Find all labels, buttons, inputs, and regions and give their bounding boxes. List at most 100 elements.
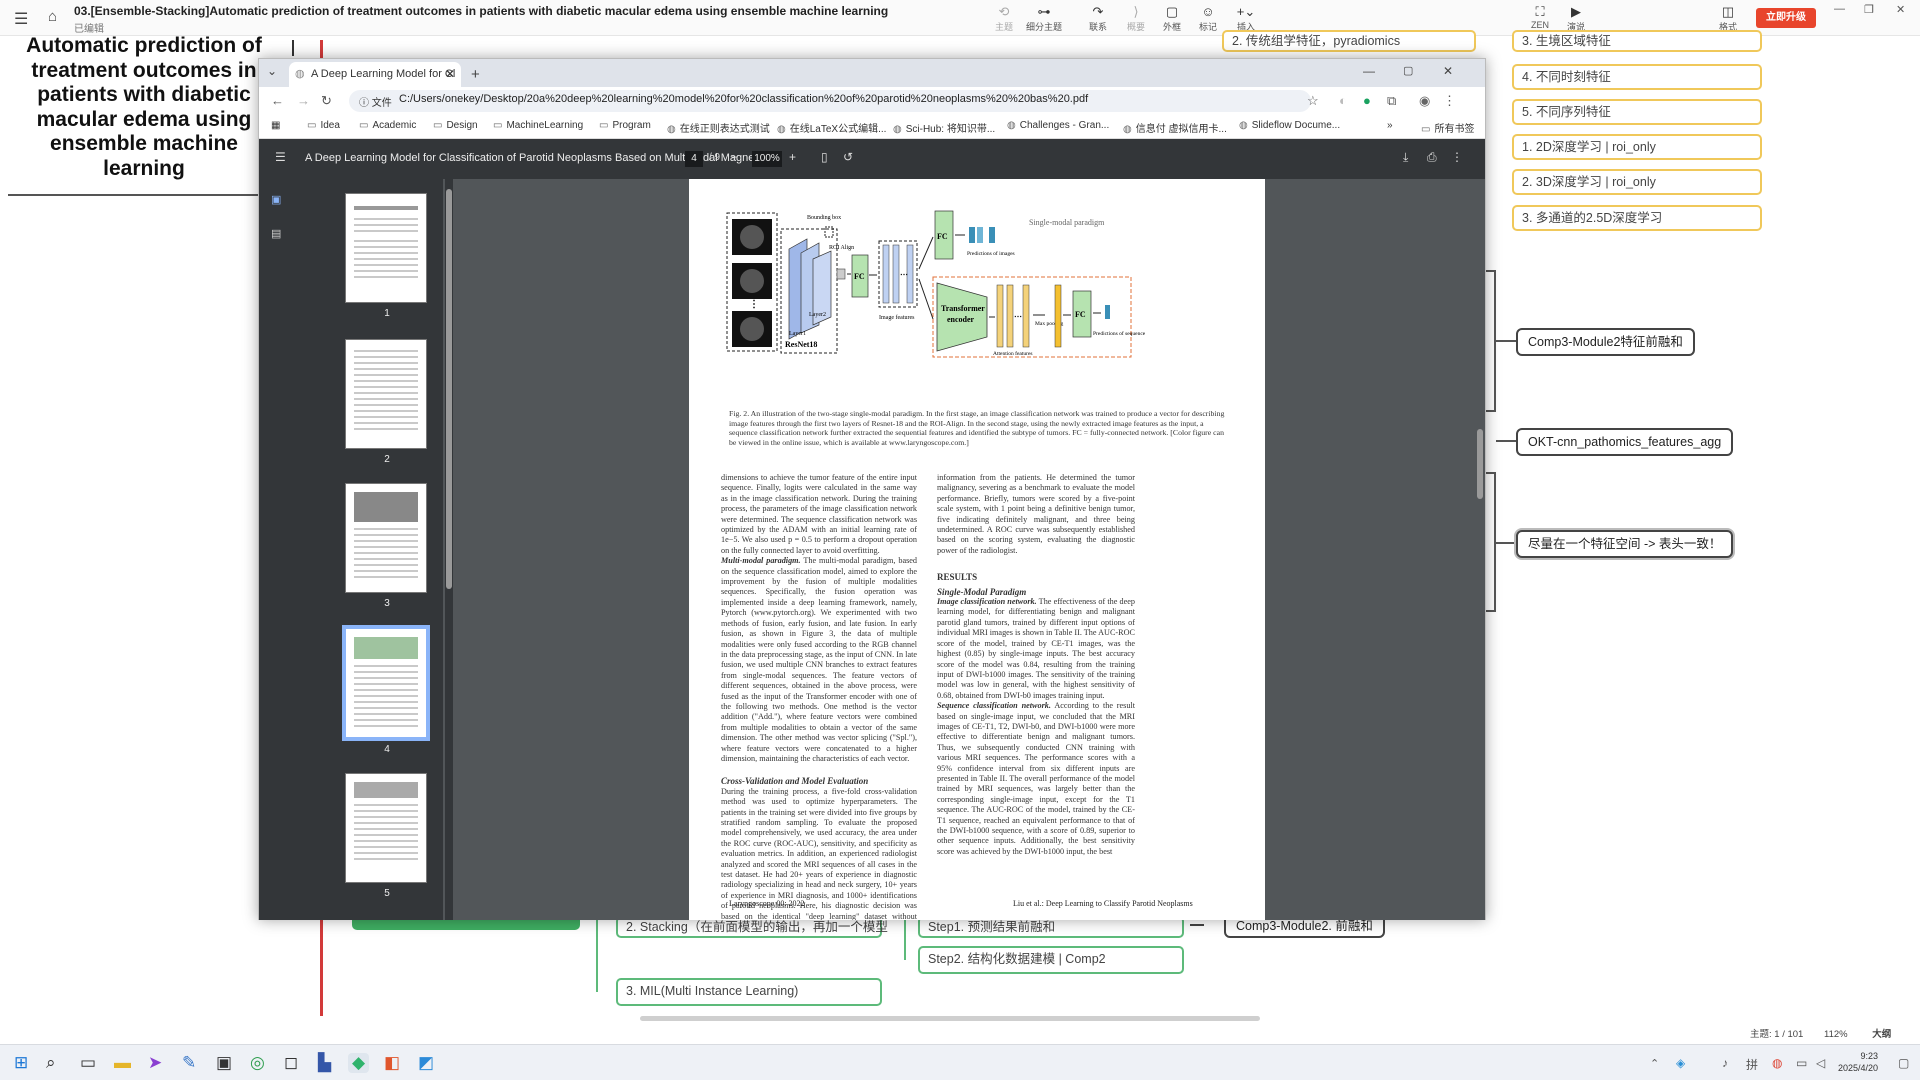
more-bookmarks-button[interactable]: » xyxy=(1387,120,1393,131)
bookmark-link[interactable]: ◍ 在线LaTeX公式编辑... xyxy=(777,120,886,135)
bookmark-link[interactable]: ◍ 信息付 虚拟信用卡... xyxy=(1123,120,1227,135)
bookmark-link[interactable]: ◍ 在线正则表达式测试 xyxy=(667,120,770,135)
input-method-icon[interactable]: 拼 xyxy=(1746,1056,1758,1073)
page-thumbnail[interactable] xyxy=(345,773,427,883)
zoom-in-icon[interactable]: + xyxy=(789,150,796,164)
central-topic[interactable]: Automatic prediction of treatment outcom… xyxy=(10,34,278,184)
bookmark-folder[interactable]: ▭ Program xyxy=(599,120,651,131)
minimize-icon[interactable]: — xyxy=(1363,64,1375,78)
app-icon[interactable]: ▙ xyxy=(318,1053,331,1073)
bookmark-link[interactable]: ◍ Sci-Hub: 将知识带... xyxy=(893,120,995,135)
network-icon[interactable]: ▭ xyxy=(1796,1056,1807,1070)
tray-icon[interactable]: ◍ xyxy=(1772,1056,1782,1070)
home-icon[interactable]: ⌂ xyxy=(48,8,57,25)
bookmark-folder[interactable]: ▭ Design xyxy=(433,120,478,131)
topic-node[interactable]: OKT-cnn_pathomics_features_agg xyxy=(1516,428,1734,456)
bookmark-folder[interactable]: ▭ MachineLearning xyxy=(493,120,583,131)
page-scrollbar[interactable] xyxy=(1475,179,1485,920)
bookmark-folder[interactable]: ▭ Academic xyxy=(359,120,416,131)
canvas-horizontal-scrollbar[interactable] xyxy=(640,1016,1260,1021)
relation-button[interactable]: ↷ 联系 xyxy=(1078,4,1118,33)
topic-node[interactable]: 3. 多通道的2.5D深度学习 xyxy=(1512,205,1762,231)
tray-expand-icon[interactable]: ⌃ xyxy=(1650,1057,1659,1070)
subtopic-button[interactable]: ⊶ 细分主题 xyxy=(1024,4,1064,33)
apps-icon[interactable]: ▦ xyxy=(271,120,280,131)
summary-button[interactable]: ⟩ 概要 xyxy=(1116,4,1156,33)
zoom-input[interactable]: 100% xyxy=(752,151,782,167)
app-icon[interactable]: ◻ xyxy=(284,1053,298,1073)
bookmark-link[interactable]: ◍ Slideflow Docume... xyxy=(1239,120,1340,131)
topic-node[interactable]: 3. MIL(Multi Instance Learning) xyxy=(616,978,882,1006)
insert-button[interactable]: +⌄ 插入 xyxy=(1226,4,1266,33)
app-icon[interactable]: ◧ xyxy=(384,1053,400,1073)
site-info[interactable]: ⓘ 文件 xyxy=(359,94,392,109)
close-tab-icon[interactable]: ✕ xyxy=(445,62,455,87)
forward-icon[interactable]: → xyxy=(297,93,310,108)
boundary-button[interactable]: ▢ 外框 xyxy=(1152,4,1192,33)
zoom-out-icon[interactable]: − xyxy=(731,150,738,164)
close-window-icon[interactable]: ✕ xyxy=(1443,64,1453,78)
scroll-thumb[interactable] xyxy=(446,189,452,589)
thumbnail-scrollbar[interactable] xyxy=(445,179,453,920)
mindmap-app-icon[interactable]: ◆ xyxy=(348,1053,370,1073)
close-icon[interactable]: ✕ xyxy=(1896,3,1905,16)
more-options-icon[interactable]: ⋮ xyxy=(1451,150,1463,164)
restore-icon[interactable]: ❐ xyxy=(1864,3,1874,16)
topic-node[interactable]: 3. 生境区域特征 xyxy=(1512,30,1762,52)
fit-page-icon[interactable]: ▯ xyxy=(821,150,828,164)
all-bookmarks-folder[interactable]: ▭ 所有书签 xyxy=(1421,120,1474,135)
bookmark-star-icon[interactable]: ☆ xyxy=(1307,93,1319,109)
topic-node[interactable]: 4. 不同时刻特征 xyxy=(1512,64,1762,90)
volume-icon[interactable]: ◁ xyxy=(1816,1056,1825,1070)
tray-icon[interactable]: ◈ xyxy=(1676,1056,1685,1070)
zen-button[interactable]: ⛶ ZEN xyxy=(1520,4,1560,30)
outline-toggle[interactable]: 大纲 xyxy=(1872,1029,1891,1040)
marker-button[interactable]: ☺ 标记 xyxy=(1188,4,1228,33)
reload-icon[interactable]: ↻ xyxy=(321,93,332,109)
start-icon[interactable]: ⊞ xyxy=(14,1053,28,1073)
microphone-icon[interactable]: ♪ xyxy=(1722,1056,1728,1070)
upgrade-button[interactable]: 立即升级 xyxy=(1756,8,1816,28)
topic-node[interactable]: 1. 2D深度学习 | roi_only xyxy=(1512,134,1762,160)
scroll-thumb[interactable] xyxy=(1477,429,1483,499)
browser-menu-icon[interactable]: ⋮ xyxy=(1443,93,1456,109)
page-thumbnail-selected[interactable] xyxy=(342,625,430,741)
search-icon[interactable]: ⌕ xyxy=(46,1053,56,1073)
tab-search-icon[interactable]: ⌄ xyxy=(267,64,277,78)
rotate-icon[interactable]: ↺ xyxy=(843,150,853,164)
topic-node[interactable]: 5. 不同序列特征 xyxy=(1512,99,1762,125)
page-thumbnail[interactable] xyxy=(345,339,427,449)
sidebar-toggle-icon[interactable]: ☰ xyxy=(275,150,286,164)
download-icon[interactable]: ⤓ xyxy=(1403,150,1408,165)
extension-icon[interactable]: ● xyxy=(1363,93,1371,108)
file-explorer-icon[interactable]: ▬ xyxy=(114,1053,131,1073)
present-button[interactable]: ▶ 演说 xyxy=(1556,4,1596,33)
task-view-icon[interactable]: ▭ xyxy=(80,1053,96,1073)
back-icon[interactable]: ← xyxy=(271,93,284,108)
zoom-level[interactable]: 112% xyxy=(1824,1029,1848,1040)
print-icon[interactable]: ⎙ xyxy=(1427,150,1437,165)
page-thumbnail[interactable] xyxy=(345,483,427,593)
page-thumbnail[interactable] xyxy=(345,193,427,303)
system-clock[interactable]: 9:23 2025/4/20 xyxy=(1838,1050,1878,1074)
app-icon[interactable]: ➤ xyxy=(148,1053,162,1073)
topic-node[interactable]: Comp3-Module2特征前融和 xyxy=(1516,328,1695,356)
topic-node-selected[interactable]: 尽量在一个特征空间 -> 表头一致！ xyxy=(1516,530,1734,558)
topic-node[interactable]: 2. 传统组学特征，pyradiomics xyxy=(1222,30,1476,52)
page-number-input[interactable]: 4 xyxy=(685,151,703,167)
app-icon[interactable]: ✎ xyxy=(182,1053,196,1073)
outline-icon[interactable]: ▤ xyxy=(271,227,281,240)
url-text[interactable]: C:/Users/onekey/Desktop/20a%20deep%20lea… xyxy=(399,93,1088,105)
minimize-icon[interactable]: — xyxy=(1834,3,1845,15)
app-icon[interactable]: ◩ xyxy=(418,1053,434,1073)
format-button[interactable]: ◫ 格式 xyxy=(1708,4,1748,33)
new-tab-icon[interactable]: + xyxy=(471,62,480,87)
maximize-icon[interactable]: ▢ xyxy=(1403,64,1413,77)
browser-tab[interactable]: ◍ A Deep Learning Model for Cl xyxy=(289,62,461,87)
thumbnails-icon[interactable]: ▣ xyxy=(271,193,281,206)
menu-icon[interactable]: ☰ xyxy=(14,9,28,29)
extension-icon[interactable]: ◐ xyxy=(1339,93,1347,108)
profile-avatar-icon[interactable]: ◉ xyxy=(1419,93,1430,109)
notification-icon[interactable]: ▢ xyxy=(1898,1056,1909,1070)
chrome-icon[interactable]: ◎ xyxy=(250,1053,265,1073)
